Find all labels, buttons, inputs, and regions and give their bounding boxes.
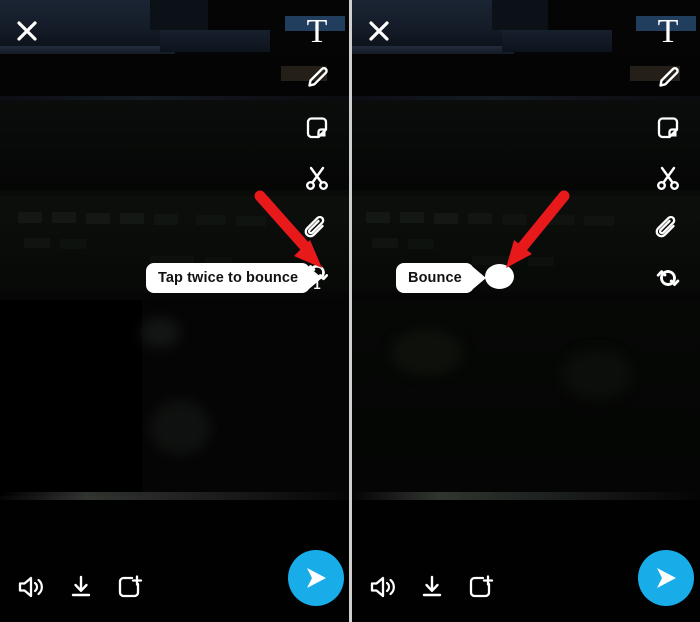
speaker-icon [18,576,43,598]
volume-button[interactable] [14,570,48,604]
snap-editor-panel-step-2: T Bounce [352,0,700,622]
tooltip-tail [309,267,323,289]
sticker-icon [657,117,679,139]
close-icon [17,21,37,41]
sticker-tool-button[interactable] [293,106,341,150]
text-tool-button[interactable]: T [293,10,341,54]
loop-icon [656,270,680,286]
add-story-icon [469,575,494,598]
bounce-tooltip-text: Bounce [396,263,474,293]
attach-tool-button[interactable] [293,206,341,250]
scissors-icon [656,166,680,191]
close-button[interactable] [14,18,40,44]
draw-tool-button[interactable] [644,56,692,100]
loop-tool-button[interactable] [644,256,692,300]
bounce-tooltip-text: Tap twice to bounce [146,263,311,293]
editor-tool-rail: T [630,0,700,340]
attach-tool-button[interactable] [644,206,692,250]
text-tool-button[interactable]: T [644,10,692,54]
screenshot-root: T 1 Tap twice to bounce T Bounce [0,0,700,622]
snap-editor-panel-step-1: T 1 Tap twice to bounce [0,0,349,622]
scissors-icon [305,166,329,191]
volume-button[interactable] [366,570,400,604]
paperclip-icon [304,215,325,238]
send-arrow-icon [307,568,326,588]
add-story-button[interactable] [463,570,497,604]
bottom-action-bar [352,550,700,622]
tooltip-tail [472,267,486,289]
scissors-tool-button[interactable] [644,156,692,200]
pencil-icon [659,67,679,87]
sticker-icon [306,117,328,139]
add-story-icon [118,575,143,598]
scissors-tool-button[interactable] [293,156,341,200]
close-button[interactable] [366,18,392,44]
speaker-icon [370,576,395,598]
bounce-selected-indicator[interactable] [485,264,514,289]
paperclip-icon [655,215,676,238]
text-tool-icon: T [657,13,679,50]
draw-tool-button[interactable] [293,56,341,100]
sticker-tool-button[interactable] [644,106,692,150]
bottom-action-bar [0,550,349,622]
download-button[interactable] [64,570,98,604]
download-icon [71,575,91,597]
bounce-tooltip: Tap twice to bounce [146,263,323,293]
send-button[interactable] [638,550,694,606]
bounce-tooltip: Bounce [396,263,486,293]
text-tool-icon: T [306,13,328,50]
download-button[interactable] [415,570,449,604]
send-button[interactable] [288,550,344,606]
pencil-icon [308,67,328,87]
download-icon [422,575,442,597]
close-icon [369,21,389,41]
add-story-button[interactable] [112,570,146,604]
send-arrow-icon [657,568,676,588]
